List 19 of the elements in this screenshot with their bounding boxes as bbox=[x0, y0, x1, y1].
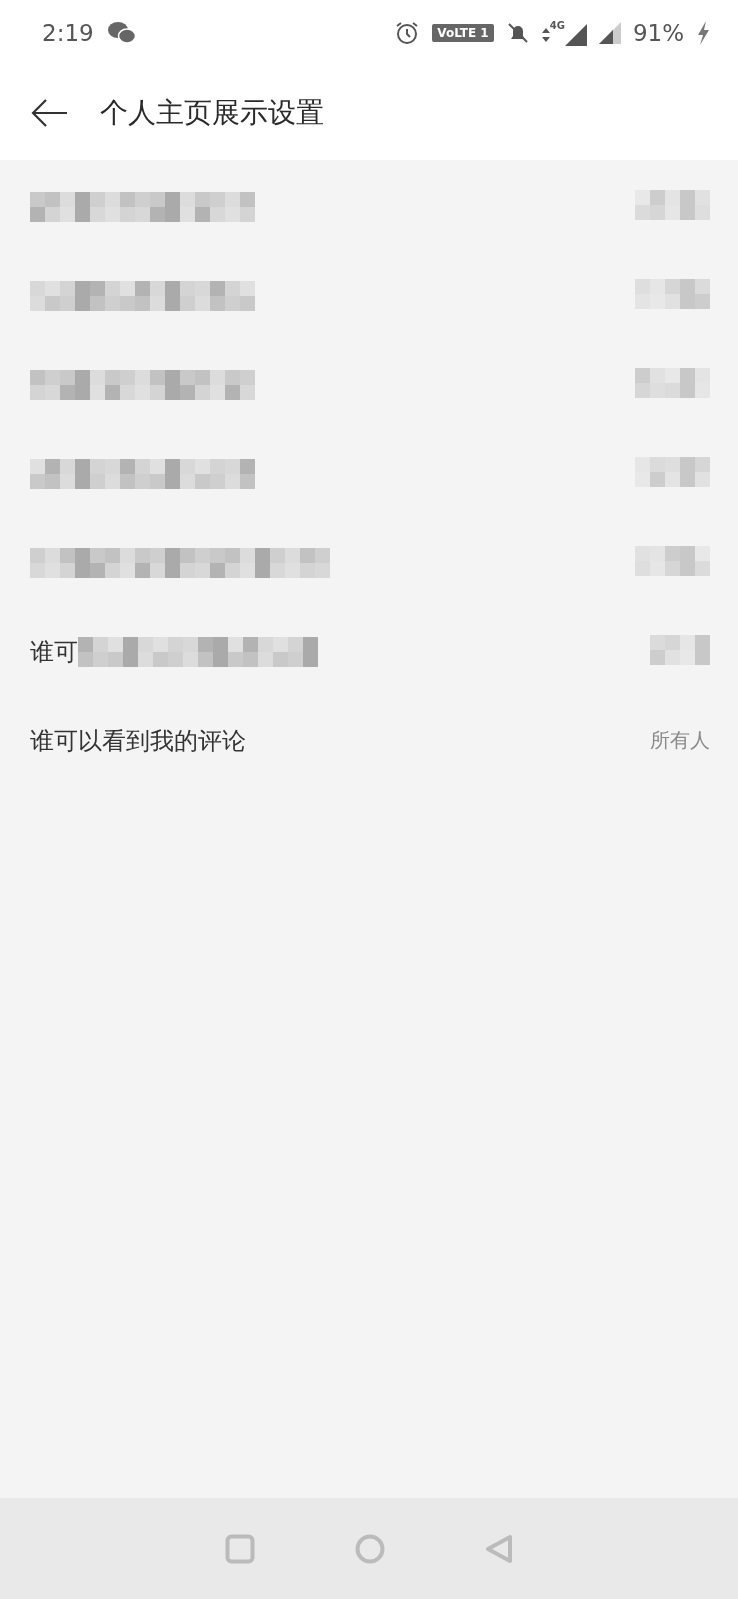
setting-value: 所有人 bbox=[650, 727, 710, 754]
bell-muted-icon bbox=[505, 21, 530, 45]
charging-bolt-icon bbox=[696, 21, 710, 45]
home-circle-icon[interactable] bbox=[355, 1533, 385, 1564]
page-title: 个人主页展示设置 bbox=[100, 95, 324, 131]
status-time: 2:19 bbox=[42, 20, 94, 46]
square-nav-icon[interactable] bbox=[225, 1533, 255, 1564]
network-type: 4G bbox=[549, 20, 565, 31]
battery-percent: 91% bbox=[632, 20, 684, 46]
signal-icon bbox=[564, 24, 587, 46]
data-arrows-icon bbox=[541, 28, 550, 42]
back-arrow-icon[interactable] bbox=[30, 98, 68, 128]
volte-badge: VoLTE 1 bbox=[432, 24, 494, 42]
chat-bubbles-icon bbox=[107, 21, 136, 45]
pixelated-text-drawing bbox=[650, 634, 710, 665]
back-triangle-icon[interactable] bbox=[485, 1533, 513, 1564]
signal-icon bbox=[598, 22, 621, 44]
setting-label: 谁可 bbox=[30, 636, 78, 668]
setting-label[interactable]: 谁可以看到我的评论 bbox=[30, 724, 246, 757]
